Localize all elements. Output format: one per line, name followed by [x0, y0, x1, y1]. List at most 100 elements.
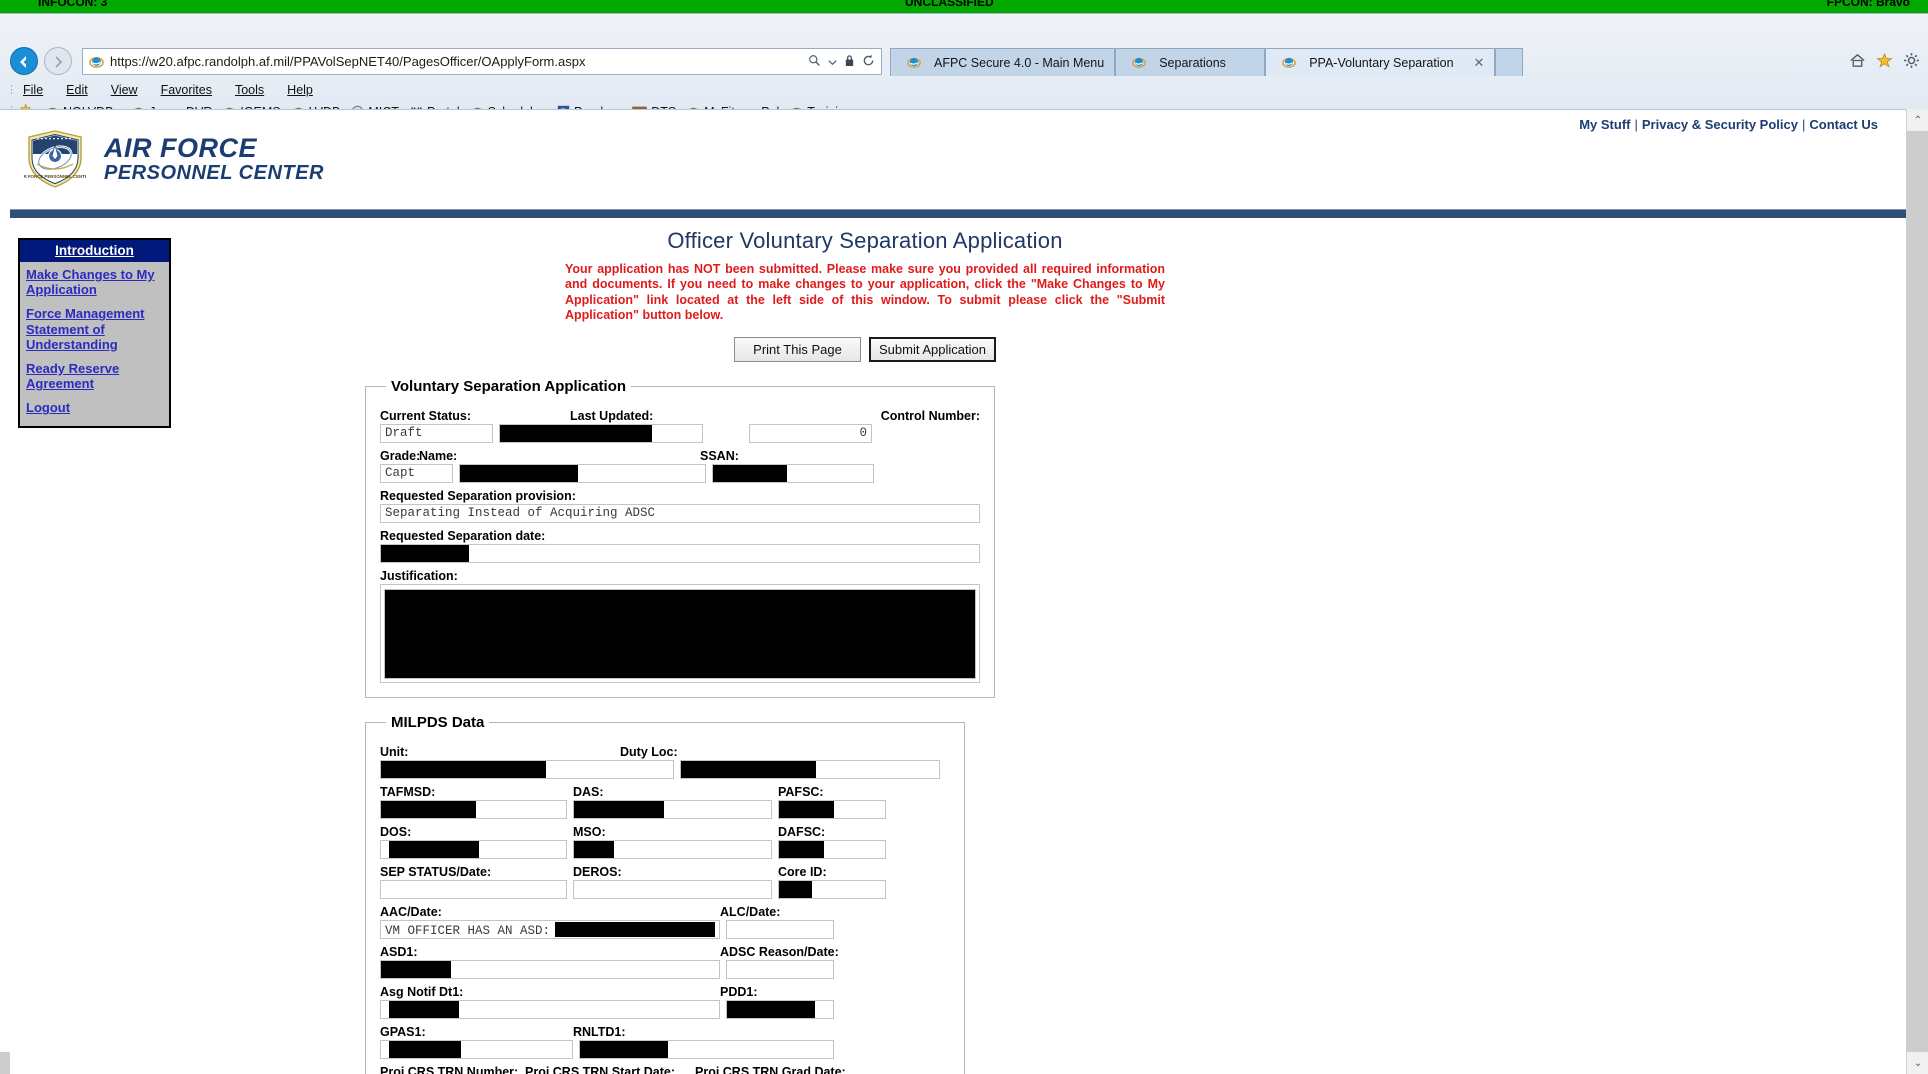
vsa-provision-label-row: Requested Separation provision: [380, 489, 980, 503]
milpds-row7-labels: Asg Notif Dt1: PDD1: [380, 985, 950, 999]
alc-date-field[interactable] [726, 920, 834, 939]
print-this-page-button[interactable]: Print This Page [734, 337, 861, 362]
sidebar-nav: Introduction Make Changes to My Applicat… [18, 238, 171, 428]
brand-text: AIR FORCE PERSONNEL CENTER [104, 134, 324, 183]
search-icon[interactable] [808, 54, 821, 70]
menu-item-file[interactable]: File [20, 80, 46, 100]
label-duty-loc: Duty Loc: [620, 745, 678, 759]
browser-tab-3[interactable]: PPA-Voluntary Separation ✕ [1265, 48, 1496, 76]
milpds-legend: MILPDS Data [391, 714, 485, 731]
label-aac-date: AAC/Date: [380, 905, 442, 919]
deros-field[interactable] [573, 880, 772, 899]
pdd1-field[interactable] [726, 1000, 834, 1019]
browser-tab-1[interactable]: AFPC Secure 4.0 - Main Menu [890, 48, 1116, 76]
home-icon[interactable] [1849, 52, 1866, 74]
adsc-reason-date-field[interactable] [726, 960, 834, 979]
forward-button[interactable] [44, 47, 72, 75]
label-ssan: SSAN: [700, 449, 739, 463]
core-id-field[interactable] [778, 880, 886, 899]
redaction-block [555, 922, 716, 937]
new-tab-button[interactable] [1495, 48, 1524, 76]
label-proj-crs-trn-number: Proj CRS TRN Number: [380, 1065, 519, 1074]
lock-icon[interactable] [844, 54, 855, 70]
milpds-row9-labels: Proj CRS TRN Number: Proj CRS TRN Start … [380, 1065, 950, 1074]
menu-item-view[interactable]: View [108, 80, 141, 100]
redaction-block [460, 465, 578, 482]
milpds-row1-labels: Unit: Duty Loc: [380, 745, 950, 759]
scroll-down-button[interactable]: ⌄ [1907, 1052, 1928, 1074]
back-button[interactable] [10, 47, 38, 75]
asd1-field[interactable] [380, 960, 720, 979]
menu-item-help[interactable]: Help [284, 80, 316, 100]
rnltd1-field[interactable] [579, 1040, 834, 1059]
control-number-field[interactable]: 0 [749, 424, 872, 443]
last-updated-field[interactable] [499, 424, 703, 443]
sidebar-item-force-management-sou[interactable]: Force Management Statement of Understand… [26, 306, 164, 352]
sidebar-item-make-changes[interactable]: Make Changes to My Application [26, 267, 164, 297]
milpds-row8-labels: GPAS1: RNLTD1: [380, 1025, 950, 1039]
menu-item-edit[interactable]: Edit [63, 80, 91, 100]
label-pdd1: PDD1: [720, 985, 758, 999]
redaction-block [384, 589, 976, 679]
browser-chrome: https://w20.afpc.randolph.af.mil/PPAVolS… [0, 13, 1928, 119]
link-my-stuff[interactable]: My Stuff [1579, 117, 1630, 132]
close-tab-icon[interactable]: ✕ [1474, 55, 1485, 71]
label-proj-crs-trn-grad-date: Proj CRS TRN Grad Date: [695, 1065, 846, 1074]
link-separator: | [1634, 117, 1638, 132]
menu-item-tools[interactable]: Tools [232, 80, 267, 100]
pafsc-field[interactable] [778, 800, 886, 819]
refresh-icon[interactable] [862, 54, 875, 70]
redaction-block [389, 841, 479, 858]
milpds-row5-fields: VM OFFICER HAS AN ASD: [380, 920, 950, 939]
scrollbar-track[interactable] [1907, 131, 1928, 1052]
label-requested-separation-date: Requested Separation date: [380, 529, 546, 543]
link-privacy-security-policy[interactable]: Privacy & Security Policy [1642, 117, 1798, 132]
star-icon[interactable] [1876, 52, 1893, 74]
asg-notif-dt1-field[interactable] [380, 1000, 720, 1019]
justification-textarea[interactable] [380, 584, 980, 683]
duty-loc-field[interactable] [680, 760, 940, 779]
vertical-scrollbar[interactable]: ⌃ ⌄ [1906, 109, 1928, 1074]
fpcon-label: FPCON: Bravo [1826, 0, 1910, 9]
address-bar[interactable]: https://w20.afpc.randolph.af.mil/PPAVolS… [82, 48, 882, 75]
chevron-down-icon[interactable] [828, 55, 837, 70]
menu-item-edit-label: Edit [66, 83, 88, 97]
menu-item-favorites[interactable]: Favorites [158, 80, 215, 100]
browser-tab-3-label: PPA-Voluntary Separation [1309, 55, 1454, 70]
link-contact-us[interactable]: Contact Us [1809, 117, 1878, 132]
requested-separation-provision-field[interactable]: Separating Instead of Acquiring ADSC [380, 504, 980, 523]
ssan-field[interactable] [712, 464, 874, 483]
vsa-justification-label-row: Justification: [380, 569, 980, 583]
unit-field[interactable] [380, 760, 674, 779]
dafsc-field[interactable] [778, 840, 886, 859]
redaction-block [580, 1041, 668, 1058]
menu-grip[interactable]: ⋮ [6, 83, 17, 96]
afpc-shield-icon: AIR FORCE PERSONNEL CENTER [19, 128, 92, 190]
tafmsd-field[interactable] [380, 800, 567, 819]
name-field[interactable] [459, 464, 706, 483]
sidebar-item-logout[interactable]: Logout [26, 400, 164, 415]
gpas1-field[interactable] [380, 1040, 573, 1059]
label-control-number: Control Number: [880, 409, 980, 423]
sep-status-date-field[interactable] [380, 880, 567, 899]
sidebar-item-ready-reserve-agreement[interactable]: Ready Reserve Agreement [26, 361, 164, 391]
grade-field[interactable]: Capt [380, 464, 453, 483]
mso-field[interactable] [573, 840, 772, 859]
ie-logo-icon [907, 55, 922, 70]
current-status-field[interactable]: Draft [380, 424, 493, 443]
milpds-row7-fields [380, 1000, 950, 1019]
scroll-up-button[interactable]: ⌃ [1907, 109, 1928, 131]
dos-field[interactable] [380, 840, 567, 859]
menu-bar: ⋮ File Edit View Favorites Tools Help [0, 80, 1928, 102]
redaction-block [381, 761, 546, 778]
redaction-block [500, 425, 652, 442]
das-field[interactable] [573, 800, 772, 819]
milpds-row3-labels: DOS: MSO: DAFSC: [380, 825, 950, 839]
milpds-row5-labels: AAC/Date: ALC/Date: [380, 905, 950, 919]
browser-tab-2[interactable]: Separations [1115, 48, 1266, 76]
requested-separation-date-field[interactable] [380, 544, 980, 563]
aac-date-field[interactable]: VM OFFICER HAS AN ASD: [380, 920, 720, 939]
gear-icon[interactable] [1903, 52, 1920, 74]
redaction-block [389, 1041, 461, 1058]
submit-application-button[interactable]: Submit Application [869, 337, 996, 362]
